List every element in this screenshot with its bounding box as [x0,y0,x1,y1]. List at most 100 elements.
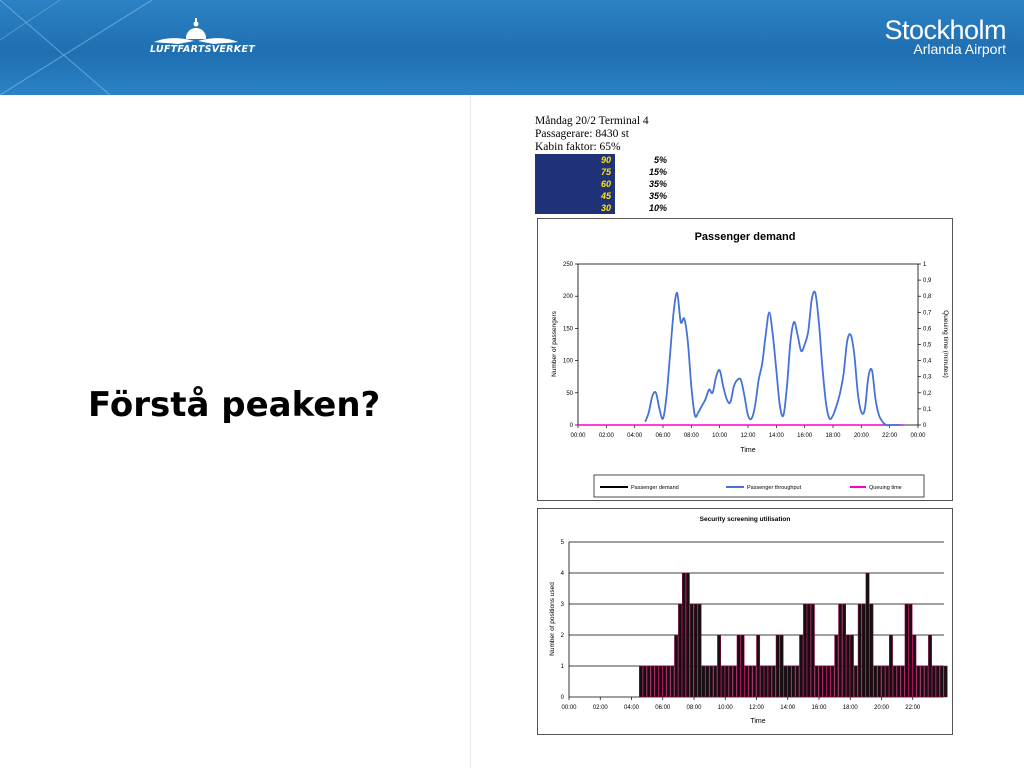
utilisation-bar [822,665,827,698]
x-tick-label: 10:00 [718,705,734,711]
x-tick-label: 06:00 [655,433,671,439]
y2-tick-label: 0,2 [923,391,932,397]
x-tick-label: 02:00 [599,433,615,439]
mix-percent: 10% [648,203,667,213]
mix-percent: 35% [648,191,667,201]
utilisation-bar [779,634,784,698]
utilisation-bar [670,665,675,698]
x-tick-label: 00:00 [910,433,926,439]
chart-title: Security screening utilisation [700,516,791,523]
utilisation-bar [791,665,796,698]
utilisation-bar [697,603,702,698]
utilisation-bar [682,572,686,698]
x-tick-label: 20:00 [874,705,890,711]
passenger-demand-svg: Passenger demand 0 50 100 150 200 250 0 0,1 0,2 0… [551,231,949,498]
y2-tick-label: 0,9 [923,278,932,284]
mix-table-row: 90 5% [535,154,667,166]
y-axis-label: Number of passengers [551,310,558,377]
utilisation-bar [920,665,925,698]
utilisation-bar [818,665,823,698]
mix-table: 90 5% 75 15% 60 35% 45 35% 30 10% [535,154,667,214]
legend-label-throughput: Passenger throughput [747,485,802,491]
x-axis-label: Time [740,447,755,454]
security-utilisation-svg: Security screening utilisation 0 1 2 3 4 5 00:… [549,516,948,725]
utilisation-bar [834,634,839,698]
x-tick-label: 22:00 [882,433,898,439]
utilisation-bar [799,634,804,698]
series-passenger-throughput [644,290,901,427]
chart-title: Passenger demand [695,231,796,243]
utilisation-bar [783,665,788,698]
y-axis-label: Number of positions used [549,582,556,656]
slide-title: Förstå peaken? [88,385,381,425]
y-tick-label: 250 [563,262,574,268]
utilisation-bar [756,634,761,698]
y2-axis-label: Queuing time (minutes) [942,310,949,378]
utilisation-bar [662,665,667,698]
x-tick-label: 18:00 [825,433,841,439]
x-tick-label: 04:00 [627,433,643,439]
utilisation-bar [678,603,682,698]
plot-area [577,263,919,426]
mix-percent: 15% [648,167,667,177]
header-bar: LUFTFARTSVERKET Stockholm Arlanda Airpor… [0,0,1024,95]
y-tick-label: 1 [561,664,565,670]
y-tick-label: 0 [570,423,574,429]
utilisation-bar [795,665,800,698]
y-tick-label: 4 [561,571,565,577]
x-tick-label: 00:00 [561,705,577,711]
x-tick-label: 08:00 [684,433,700,439]
legend-label-queuing: Queuing time [869,485,902,491]
utilisation-bar [861,603,866,698]
utilisation-bar [877,665,882,698]
utilisation-bar [885,665,889,698]
utilisation-bar [810,603,815,698]
y2-tick-label: 0,7 [923,310,932,316]
utilisation-bar [646,665,651,698]
utilisation-bar [943,665,948,698]
y2-tick-label: 0,1 [923,407,932,413]
mix-percent: 35% [648,179,667,189]
x-tick-label: 14:00 [780,705,796,711]
x-tick-label: 04:00 [624,705,640,711]
utilisation-bar [830,665,835,698]
utilisation-bar [725,665,729,698]
mix-value: 75 [535,166,615,178]
security-utilisation-chart: Security screening utilisation 0 1 2 3 4 5 00:… [537,508,953,735]
y2-tick-label: 0,6 [923,326,932,332]
utilisation-bar [869,603,874,698]
utilisation-bar [764,665,768,698]
utilisation-bar [939,665,944,698]
y2-tick-label: 0,8 [923,294,932,300]
utilisation-bar [873,665,878,698]
utilisation-bar [924,665,929,698]
mix-table-row: 30 10% [535,202,667,214]
utilisation-bar [912,634,917,698]
utilisation-bar [732,665,737,698]
y2-tick-label: 0 [923,423,927,429]
x-tick-label: 08:00 [686,705,702,711]
x-axis-label: Time [750,718,765,725]
utilisation-bar [740,634,745,698]
utilisation-bar [748,665,753,698]
arlanda-logo-main: Stockholm [884,15,1006,45]
luftfartsverket-logo-text: LUFTFARTSVERKET [150,44,256,55]
utilisation-bar [838,603,843,698]
mix-value: 45 [535,190,615,202]
x-tick-label: 16:00 [797,433,813,439]
utilisation-bar [881,665,886,698]
utilisation-bar [693,603,698,698]
utilisation-bar [896,665,901,698]
utilisation-bar [760,665,764,698]
utilisation-bar [814,665,819,698]
utilisation-bar [775,634,780,698]
info-passengers: Passagerare: 8430 st [535,128,629,140]
x-tick-label: 12:00 [740,433,756,439]
y2-tick-label: 0,4 [923,359,932,365]
mix-table-row: 45 35% [535,190,667,202]
y-tick-label: 200 [563,294,574,300]
utilisation-bar [650,665,655,698]
x-tick-label: 00:00 [570,433,586,439]
utilisation-bar [857,603,862,698]
utilisation-bar [767,665,772,698]
